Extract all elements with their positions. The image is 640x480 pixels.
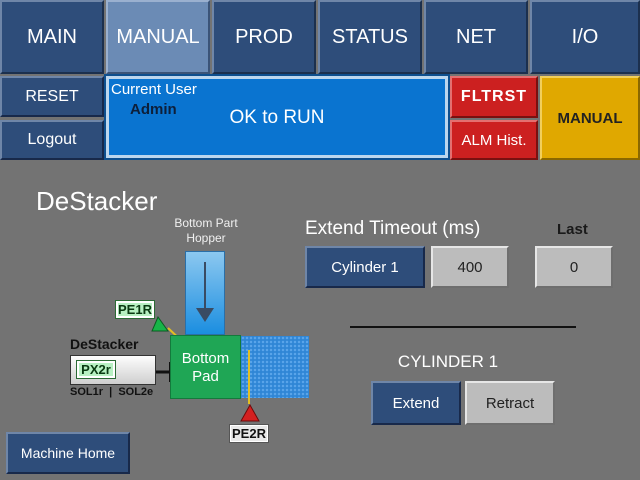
- retract-button[interactable]: Retract: [465, 381, 555, 425]
- cylinder-title: CYLINDER 1: [397, 352, 499, 371]
- destacker-diagram-label: DeStacker: [70, 336, 139, 352]
- destacker-cylinder: PX2r: [70, 355, 156, 385]
- pe2r-triangle-icon: [240, 403, 260, 422]
- bottom-pad: Bottom Pad: [170, 335, 241, 399]
- last-label: Last: [557, 221, 588, 238]
- pe2r-sensor-tag: PE2R: [229, 424, 269, 443]
- divider: [350, 326, 576, 328]
- extend-timeout-title: Extend Timeout (ms): [305, 218, 481, 239]
- last-timeout-value: 0: [535, 246, 613, 288]
- px2r-sensor-tag: PX2r: [76, 360, 116, 379]
- pe1r-triangle-icon: [151, 315, 169, 332]
- cylinder-1-select-button[interactable]: Cylinder 1: [305, 246, 425, 288]
- machine-home-button[interactable]: Machine Home: [6, 432, 130, 474]
- extend-button[interactable]: Extend: [371, 381, 461, 425]
- extend-timeout-input[interactable]: 400: [431, 246, 509, 288]
- pe1r-sensor-tag: PE1R: [115, 300, 155, 319]
- solenoid-label: SOL1r | SOL2e: [70, 386, 154, 398]
